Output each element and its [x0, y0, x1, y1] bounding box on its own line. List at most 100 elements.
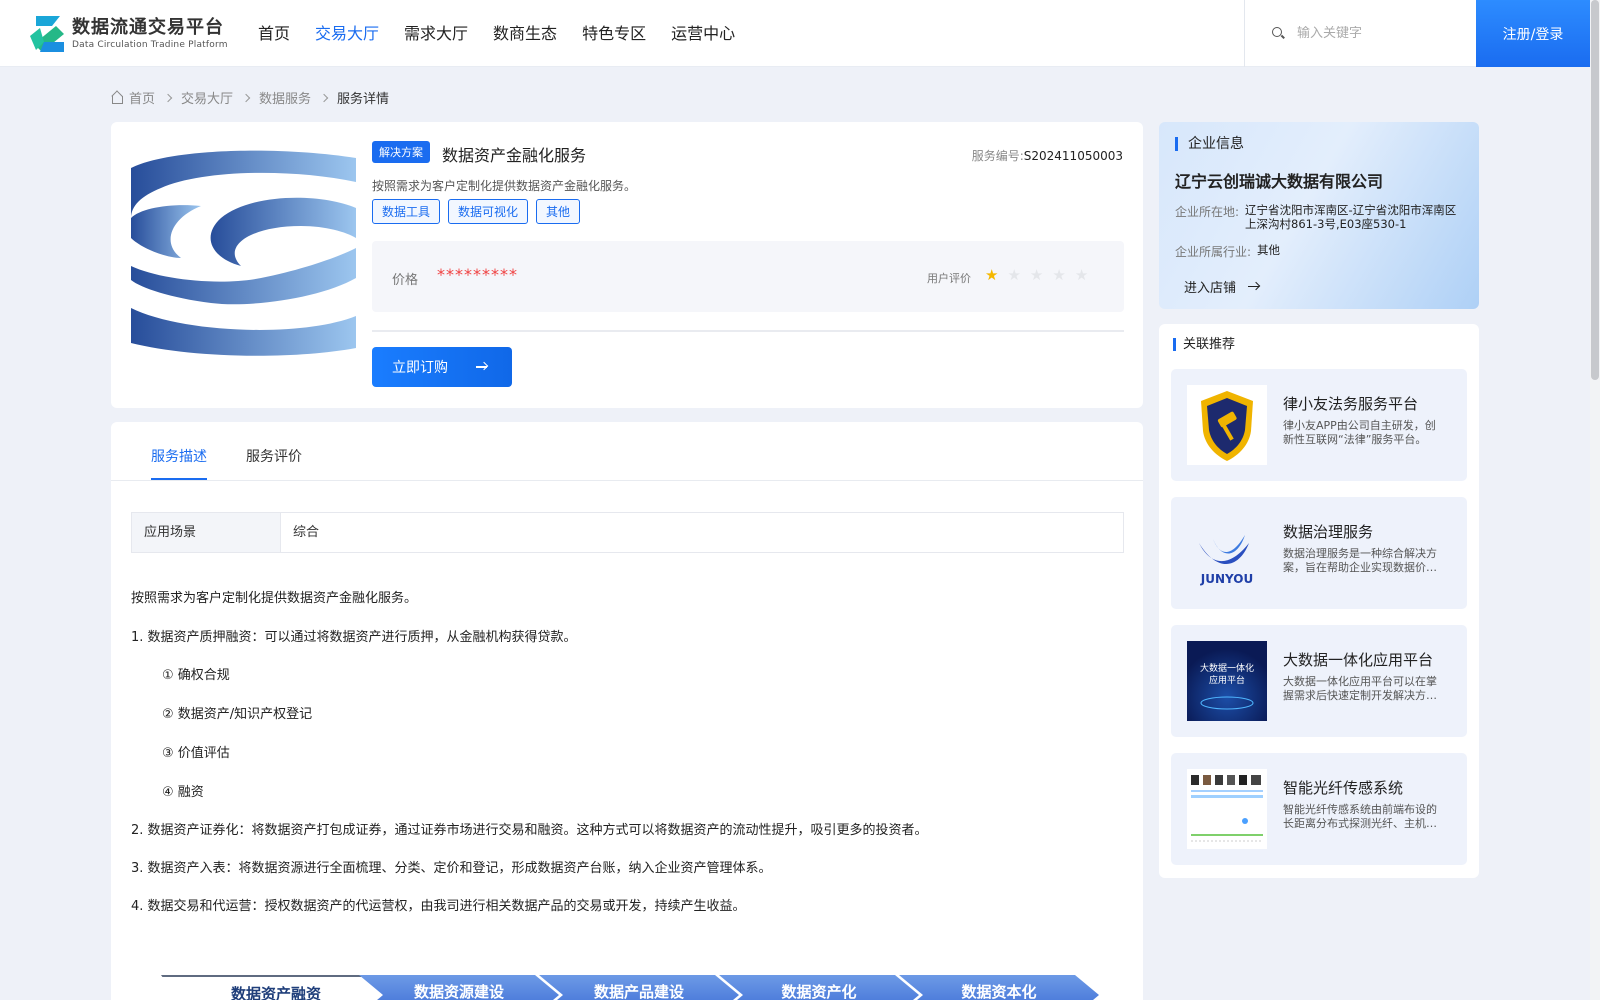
recommend-item-desc: 律小友APP由公司自主研发，创新性互联网“法律”服务平台。 — [1283, 419, 1436, 446]
service-detail-card: 服务描述 服务评价 应用场景 综合 按照需求为客户定制化提供数据资产金融化服务。… — [111, 422, 1143, 1000]
detail-subpoint-4: ④ 融资 — [162, 785, 204, 800]
star-icon[interactable]: ★ — [1030, 267, 1043, 284]
service-number: 服务编号:S202411050003 — [972, 147, 1123, 164]
home-icon — [111, 91, 124, 104]
nav-demand-hall[interactable]: 需求大厅 — [404, 0, 468, 67]
star-icon[interactable]: ★ — [1052, 267, 1065, 284]
product-logo-image — [131, 148, 356, 358]
top-header: 数据流通交易平台 Data Circulation Tradine Platfo… — [0, 0, 1590, 67]
thumb-text: JUNYOU — [1200, 572, 1253, 586]
scrollbar-thumb[interactable] — [1591, 0, 1599, 380]
related-recommend-card: 关联推荐 律小友法务服务平台 律小友APP由公司自主研发，创新性互联网“法律”服… — [1159, 324, 1479, 878]
tab-service-review[interactable]: 服务评价 — [246, 446, 302, 466]
buy-now-label: 立即订购 — [392, 360, 448, 376]
process-step: 数据资产融资 — [161, 975, 391, 1000]
recommend-item[interactable]: 律小友法务服务平台 律小友APP由公司自主研发，创新性互联网“法律”服务平台。 — [1171, 369, 1467, 481]
company-name[interactable]: 辽宁云创瑞诚大数据有限公司 — [1175, 168, 1383, 192]
site-logo[interactable]: 数据流通交易平台 Data Circulation Tradine Platfo… — [30, 14, 228, 54]
thumb-text: 应用平台 — [1209, 674, 1245, 686]
rating-label: 用户评价 — [927, 272, 971, 285]
nav-ecosystem[interactable]: 数商生态 — [493, 0, 557, 67]
shield-icon — [1187, 385, 1267, 465]
star-icon[interactable]: ★ — [1007, 267, 1020, 284]
scene-key: 应用场景 — [132, 513, 281, 552]
star-icon[interactable]: ★ — [985, 267, 998, 284]
company-industry-label: 企业所属行业: — [1175, 245, 1252, 259]
process-step: 数据资源建设 — [359, 975, 559, 1000]
service-number-value: S202411050003 — [1023, 149, 1123, 163]
company-location-label: 企业所在地: — [1175, 205, 1240, 219]
chevron-right-icon — [319, 93, 329, 102]
tag-data-visualization[interactable]: 数据可视化 — [448, 199, 529, 224]
recommend-item[interactable]: 大数据一体化 应用平台 大数据一体化应用平台 大数据一体化应用平台可以在掌握需求… — [1171, 625, 1467, 737]
price-label: 价格 — [392, 273, 419, 288]
logo-title: 数据流通交易平台 — [72, 17, 224, 38]
chevron-right-icon — [163, 93, 173, 102]
rating-stars: ★ ★ ★ ★ ★ — [985, 267, 1097, 284]
recommend-item-title: 大数据一体化应用平台 — [1283, 651, 1434, 669]
search-box — [1244, 0, 1476, 67]
detail-subpoint-2: ② 数据资产/知识产权登记 — [162, 707, 313, 722]
main-nav: 首页 交易大厅 需求大厅 数商生态 特色专区 运营中心 — [258, 0, 760, 67]
logo-subtitle: Data Circulation Tradine Platform — [72, 40, 228, 50]
buy-now-button[interactable]: 立即订购 — [372, 347, 512, 387]
arrow-right-icon — [1248, 282, 1260, 292]
enter-shop-button[interactable]: 进入店铺 — [1184, 277, 1260, 296]
product-title: 数据资产金融化服务 — [442, 146, 587, 165]
process-step: 数据资产化 — [719, 975, 919, 1000]
breadcrumb-trade-hall[interactable]: 交易大厅 — [181, 88, 233, 107]
price-value: ********* — [437, 265, 518, 284]
company-location-value: 辽宁省沈阳市浑南区-辽宁省沈阳市浑南区上深沟村861-3号,E03座530-1 — [1245, 203, 1457, 231]
recommend-item-title: 智能光纤传感系统 — [1283, 779, 1404, 797]
recommend-item-title: 数据治理服务 — [1283, 523, 1374, 541]
junyou-logo-icon: JUNYOU — [1187, 513, 1267, 593]
search-input[interactable] — [1297, 26, 1457, 41]
company-industry-value: 其他 — [1257, 243, 1281, 257]
detail-point-2: 2. 数据资产证券化：将数据资产打包成证券，通过证券市场进行交易和融资。这种方式… — [131, 823, 928, 838]
tab-service-description[interactable]: 服务描述 — [151, 446, 207, 466]
divider — [372, 330, 1124, 332]
detail-point-4: 4. 数据交易和代运营：授权数据资产的代运营权，由我司进行相关数据产品的交易或开… — [131, 899, 746, 914]
login-register-button[interactable]: 注册/登录 — [1476, 0, 1590, 67]
detail-point-1: 1. 数据资产质押融资：可以通过将数据资产进行质押，从金融机构获得贷款。 — [131, 630, 577, 645]
detail-intro: 按照需求为客户定制化提供数据资产金融化服务。 — [131, 591, 418, 606]
thumb-text: 大数据一体化 — [1200, 662, 1254, 674]
recommend-item[interactable]: JUNYOU 数据治理服务 数据治理服务是一种综合解决方案，旨在帮助企业实现数据… — [1171, 497, 1467, 609]
recommend-heading: 关联推荐 — [1173, 338, 1235, 351]
recommend-item-desc: 智能光纤传感系统由前端布设的长距离分布式探测光纤、主机组成。 — [1283, 803, 1437, 830]
detail-subpoint-3: ③ 价值评估 — [162, 746, 230, 761]
breadcrumb-data-service[interactable]: 数据服务 — [259, 88, 311, 107]
service-number-label: 服务编号: — [971, 149, 1024, 163]
breadcrumb: 首页 交易大厅 数据服务 服务详情 — [111, 88, 389, 107]
detail-point-3: 3. 数据资产入表：将数据资源进行全面梳理、分类、定价和登记，形成数据资产台账，… — [131, 861, 772, 876]
recommend-item-desc: 大数据一体化应用平台可以在掌握需求后快速定制开发解决方案。 — [1283, 675, 1437, 702]
active-tab-indicator — [151, 478, 207, 480]
company-industry: 企业所属行业: 其他 — [1175, 243, 1472, 260]
enter-shop-label: 进入店铺 — [1184, 281, 1237, 296]
company-info-card: 企业信息 辽宁云创瑞诚大数据有限公司 企业所在地: 辽宁省沈阳市浑南区-辽宁省沈… — [1159, 122, 1479, 309]
nav-operation-center[interactable]: 运营中心 — [671, 0, 735, 67]
arrow-right-icon — [476, 362, 488, 372]
nav-home[interactable]: 首页 — [258, 0, 290, 67]
company-info-heading: 企业信息 — [1175, 137, 1244, 151]
logo-icon — [30, 14, 66, 54]
tag-data-tools[interactable]: 数据工具 — [372, 199, 441, 224]
product-summary-card: 解决方案 数据资产金融化服务 服务编号:S202411050003 按照需求为客… — [111, 122, 1143, 408]
detail-subpoint-1: ① 确权合规 — [162, 668, 230, 683]
breadcrumb-current: 服务详情 — [337, 92, 390, 107]
detail-tabs: 服务描述 服务评价 — [111, 422, 1143, 481]
page-scrollbar[interactable] — [1590, 0, 1600, 1000]
solution-badge: 解决方案 — [372, 141, 430, 163]
price-panel: 价格 ********* 用户评价 ★ ★ ★ ★ ★ — [372, 241, 1124, 312]
platform-banner-image: 大数据一体化 应用平台 — [1187, 641, 1267, 721]
product-description: 按照需求为客户定制化提供数据资产金融化服务。 — [372, 179, 637, 193]
scene-value: 综合 — [293, 525, 320, 540]
nav-special-zone[interactable]: 特色专区 — [582, 0, 646, 67]
breadcrumb-home[interactable]: 首页 — [129, 88, 155, 107]
recommend-item[interactable]: 智能光纤传感系统 智能光纤传感系统由前端布设的长距离分布式探测光纤、主机组成。 — [1171, 753, 1467, 865]
recommend-item-desc: 数据治理服务是一种综合解决方案，旨在帮助企业实现数据价值。 — [1283, 547, 1437, 574]
tag-other[interactable]: 其他 — [536, 199, 581, 224]
search-icon[interactable] — [1272, 27, 1285, 40]
nav-trade-hall[interactable]: 交易大厅 — [315, 0, 379, 67]
star-icon[interactable]: ★ — [1075, 267, 1088, 284]
